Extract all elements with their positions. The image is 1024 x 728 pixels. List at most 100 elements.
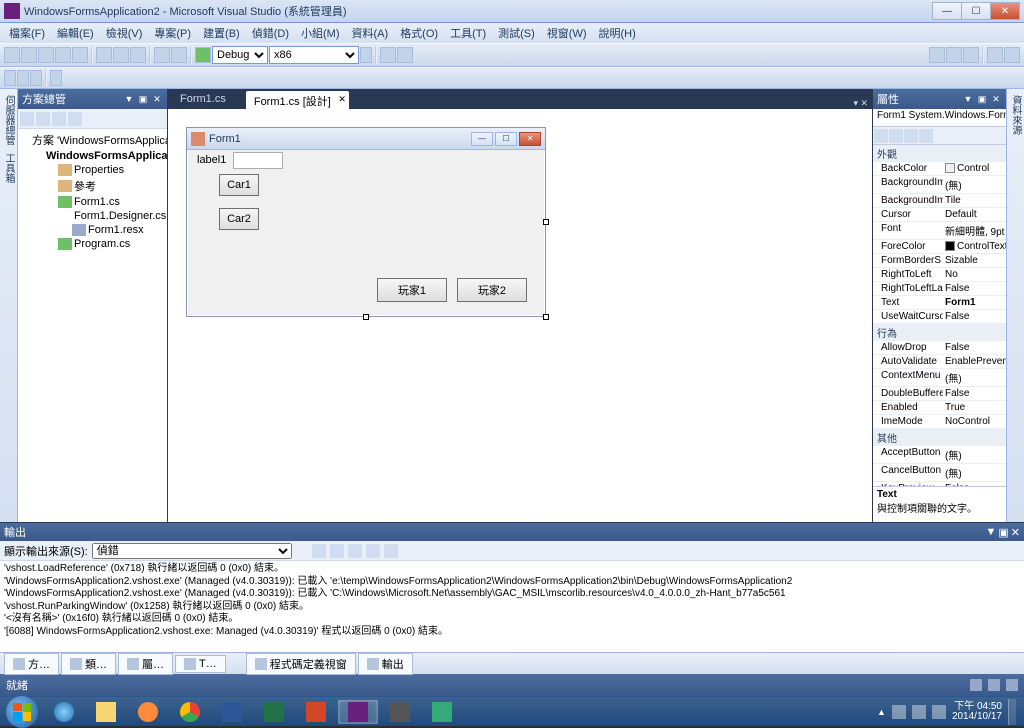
taskbar-ie[interactable] [44, 700, 84, 724]
resize-grip-icon[interactable] [543, 314, 549, 320]
label1[interactable]: label1 [197, 154, 226, 166]
cat-misc[interactable]: 其他 [873, 429, 1006, 446]
find-message-icon[interactable] [312, 544, 326, 558]
tab-nav[interactable]: ▾ ✕ [853, 98, 872, 109]
tab-form1-cs[interactable]: Form1.cs [172, 91, 244, 109]
bottom-tab[interactable]: 屬… [118, 653, 173, 675]
taskbar-powerpoint[interactable] [296, 700, 336, 724]
dropdown-icon[interactable]: ▼ [985, 526, 996, 539]
find-icon[interactable] [360, 47, 372, 63]
redo-icon[interactable] [171, 47, 187, 63]
comment-icon[interactable] [380, 47, 396, 63]
new-project-icon[interactable] [4, 47, 20, 63]
menu-file[interactable]: 檔案(F) [4, 23, 50, 43]
config-select[interactable]: Debug [212, 46, 268, 64]
bottom-tab-codedef[interactable]: 程式碼定義視窗 [246, 653, 356, 675]
tree-references[interactable]: 參考 [20, 177, 165, 195]
align-left-icon[interactable] [929, 47, 945, 63]
properties-icon[interactable] [904, 129, 918, 143]
pin-icon[interactable]: ▣ [976, 93, 988, 105]
output-body[interactable]: 'vshost.LoadReference' (0x718) 執行緒以返回碼 0… [0, 561, 1024, 652]
close-panel-icon[interactable]: ✕ [990, 93, 1002, 105]
taskbar-explorer[interactable] [86, 700, 126, 724]
property-object-select[interactable]: Form1 System.Windows.Forms.Fo [873, 109, 1006, 127]
close-tab-icon[interactable]: ✕ [338, 94, 346, 105]
solution-tree[interactable]: 方案 'WindowsFormsApplication WindowsForms… [18, 129, 167, 522]
output-source-select[interactable]: 偵錯 [92, 543, 292, 559]
menu-help[interactable]: 說明(H) [594, 23, 641, 43]
menu-team[interactable]: 小組(M) [296, 23, 345, 43]
property-grid[interactable]: 外觀 BackColorControl BackgroundIm(無) Back… [873, 145, 1006, 486]
platform-select[interactable]: x86 [269, 46, 359, 64]
tree-form1-designer[interactable]: Form1.Designer.cs [20, 209, 165, 223]
vtab-data-sources[interactable]: 資料來源 [1008, 95, 1023, 135]
close-button[interactable]: ✕ [990, 2, 1020, 20]
grid-icon[interactable] [1004, 47, 1020, 63]
pin-icon[interactable]: ▣ [998, 526, 1008, 539]
breakpoint-icon[interactable] [50, 70, 62, 86]
resize-grip-icon[interactable] [363, 314, 369, 320]
vtab-toolbox[interactable]: 工具箱 [1, 153, 16, 183]
tab-form1-design[interactable]: Form1.cs [設計]✕ [246, 91, 349, 109]
tray-icon[interactable] [892, 705, 906, 719]
network-icon[interactable] [912, 705, 926, 719]
step-over-icon[interactable] [17, 70, 29, 86]
menu-project[interactable]: 專案(P) [149, 23, 196, 43]
pin-icon[interactable]: ▣ [137, 93, 149, 105]
taskbar-word[interactable] [212, 700, 252, 724]
tree-solution[interactable]: 方案 'WindowsFormsApplication [20, 131, 165, 149]
view-code-icon[interactable] [68, 112, 82, 126]
alphabetical-icon[interactable] [889, 129, 903, 143]
clock-time[interactable]: 下午 04:50 [952, 702, 1002, 712]
tree-form1[interactable]: Form1.cs [20, 195, 165, 209]
bottom-tab[interactable]: 類… [61, 653, 116, 675]
save-icon[interactable] [55, 47, 71, 63]
taskbar-mediaplayer[interactable] [128, 700, 168, 724]
dropdown-icon[interactable]: ▼ [123, 93, 135, 105]
clock-date[interactable]: 2014/10/17 [952, 712, 1002, 722]
cat-appearance[interactable]: 外觀 [873, 145, 1006, 162]
menu-build[interactable]: 建置(B) [198, 23, 245, 43]
toggle-wrap-icon[interactable] [384, 544, 398, 558]
tree-project[interactable]: WindowsFormsApplication [20, 149, 165, 163]
system-tray[interactable]: ▲ 下午 04:50 2014/10/17 [877, 699, 1022, 725]
minimize-button[interactable]: — [932, 2, 962, 20]
button-player2[interactable]: 玩家2 [457, 278, 527, 302]
show-all-icon[interactable] [36, 112, 50, 126]
paste-icon[interactable] [130, 47, 146, 63]
goto-next-icon[interactable] [348, 544, 362, 558]
open-icon[interactable] [21, 47, 37, 63]
events-icon[interactable] [919, 129, 933, 143]
bottom-tab-output[interactable]: 輸出 [358, 653, 413, 675]
uncomment-icon[interactable] [397, 47, 413, 63]
step-out-icon[interactable] [30, 70, 42, 86]
menu-data[interactable]: 資料(A) [347, 23, 394, 43]
tab-order-icon[interactable] [987, 47, 1003, 63]
save-all-icon[interactable] [72, 47, 88, 63]
goto-prev-icon[interactable] [330, 544, 344, 558]
clear-all-icon[interactable] [366, 544, 380, 558]
align-right-icon[interactable] [963, 47, 979, 63]
taskbar-app[interactable] [422, 700, 462, 724]
button-car2[interactable]: Car2 [219, 208, 259, 230]
taskbar-chrome[interactable] [170, 700, 210, 724]
bottom-tab[interactable]: T… [175, 655, 226, 673]
start-debug-icon[interactable] [195, 47, 211, 63]
form-body[interactable]: label1 Car1 Car2 玩家1 玩家2 [187, 150, 545, 316]
menu-debug[interactable]: 偵錯(D) [247, 23, 294, 43]
menu-window[interactable]: 視窗(W) [542, 23, 592, 43]
tree-program[interactable]: Program.cs [20, 237, 165, 251]
form-designer[interactable]: Form1 — ☐ ✕ label1 Car1 Car2 玩家1 玩家2 [168, 109, 872, 522]
dropdown-icon[interactable]: ▼ [962, 93, 974, 105]
textbox1[interactable] [233, 152, 283, 169]
button-car1[interactable]: Car1 [219, 174, 259, 196]
copy-icon[interactable] [113, 47, 129, 63]
tray-up-icon[interactable]: ▲ [877, 707, 886, 717]
cat-behavior[interactable]: 行為 [873, 324, 1006, 341]
categorized-icon[interactable] [874, 129, 888, 143]
tree-form1-resx[interactable]: Form1.resx [20, 223, 165, 237]
close-panel-icon[interactable]: ✕ [151, 93, 163, 105]
bottom-tab[interactable]: 方… [4, 653, 59, 675]
maximize-button[interactable]: ☐ [961, 2, 991, 20]
taskbar-excel[interactable] [254, 700, 294, 724]
